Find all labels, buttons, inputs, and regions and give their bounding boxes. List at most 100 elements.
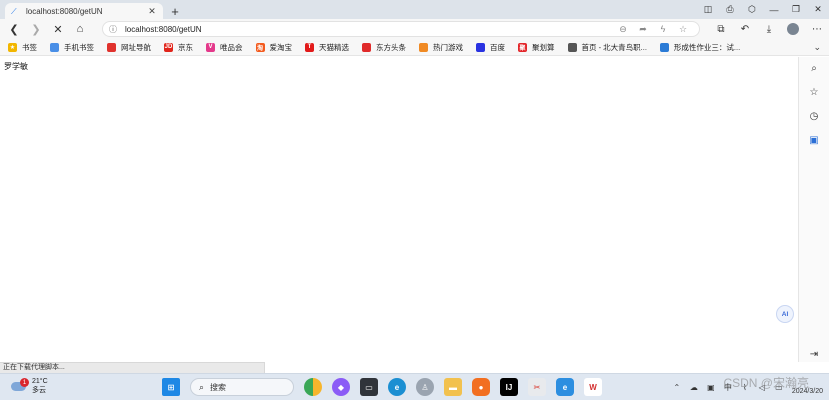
home-button[interactable]: ⌂ <box>69 19 91 39</box>
bookmark-favicon-icon <box>50 42 59 52</box>
widget-icon[interactable] <box>304 378 322 396</box>
sidebar-search-icon[interactable]: ⌕ <box>807 61 821 75</box>
weather-widget[interactable]: 1 21°C 多云 <box>10 377 48 395</box>
bookmark-label: 形成性作业三：试... <box>673 42 741 52</box>
app-icon[interactable]: ♙ <box>416 378 434 396</box>
tab-strip: ⟋ localhost:8080/getUN ✕ + ◫ ⎙ ⬡ — ❐ ✕ <box>0 0 829 19</box>
split-screen-icon[interactable]: ◫ <box>697 0 719 19</box>
lightning-icon[interactable]: ϟ <box>653 24 673 34</box>
bookmark-favicon-icon: JD <box>164 42 173 52</box>
url-text[interactable]: localhost:8080/getUN <box>125 25 613 34</box>
maximize-button[interactable]: ❐ <box>785 0 807 19</box>
window-controls: ◫ ⎙ ⬡ — ❐ ✕ <box>697 0 829 19</box>
bookmark-label: 京东 <box>178 42 193 52</box>
status-bar: 正在下载代理脚本... <box>0 362 265 373</box>
bookmark-label: 爱淘宝 <box>269 42 293 52</box>
bookmark-favicon-icon: ★ <box>8 42 17 52</box>
edge-browser-icon[interactable]: e <box>388 378 406 396</box>
cloud-sync-icon[interactable]: ☁ <box>687 383 701 392</box>
windows-start-icon[interactable]: ⊞ <box>162 378 180 396</box>
copilot-icon[interactable]: ◆ <box>332 378 350 396</box>
bookmark-label: 书签 <box>22 42 37 52</box>
new-tab-button[interactable]: + <box>167 3 183 19</box>
sidebar-history-icon[interactable]: ◷ <box>807 109 821 123</box>
bookmark-favicon-icon <box>362 42 371 52</box>
file-explorer-icon[interactable]: ▬ <box>444 378 462 396</box>
download-icon[interactable]: ⤓ <box>757 19 781 39</box>
taskbar: 1 21°C 多云 ⊞ ⌕ 搜索 ◆ ▭ e ♙ ▬ ● IJ ✂ e W ⌃ … <box>0 373 829 400</box>
toolbar-right: ⧉ ↶ ⤓ ⋯ <box>709 19 829 39</box>
stop-loading-button[interactable]: ✕ <box>47 19 69 39</box>
close-window-button[interactable]: ✕ <box>807 0 829 19</box>
jetbrains-icon[interactable]: IJ <box>500 378 518 396</box>
zoom-icon[interactable]: ⊖ <box>613 24 633 35</box>
sidebar-collapse-icon[interactable]: ⇥ <box>807 347 821 361</box>
tab-title: localhost:8080/getUN <box>26 6 103 16</box>
snipping-tool-icon[interactable]: ✂ <box>528 378 546 396</box>
back-button[interactable]: ❮ <box>3 19 25 39</box>
bookmark-favicon-icon: V <box>206 42 215 52</box>
page-content: 罗学敏 AI <box>0 57 798 362</box>
bookmark-item[interactable]: 首页 - 北大青鸟职... <box>567 42 647 53</box>
extensions-icon[interactable]: ⬡ <box>741 0 763 19</box>
bookmark-item[interactable]: 东方头条 <box>362 42 406 53</box>
more-menu-icon[interactable]: ⋯ <box>805 19 829 39</box>
bookmark-item[interactable]: 形成性作业三：试... <box>659 42 741 53</box>
bookmark-item[interactable]: T 天猫精选 <box>305 42 349 53</box>
weather-temperature: 21°C <box>32 378 48 385</box>
bookmarks-overflow-icon[interactable]: ⌄ <box>813 39 821 56</box>
bookmark-favicon-icon: 淘 <box>255 42 265 52</box>
forward-button[interactable]: ❯ <box>25 19 47 39</box>
sidebar-favorites-icon[interactable]: ☆ <box>807 85 821 99</box>
tray-app-icon[interactable]: ▣ <box>704 383 718 392</box>
bookmark-item[interactable]: 手机书签 <box>50 42 94 53</box>
bookmark-label: 聚划算 <box>532 42 555 52</box>
bookmark-favicon-icon: T <box>305 42 314 52</box>
tab-active[interactable]: ⟋ localhost:8080/getUN ✕ <box>5 3 163 19</box>
loading-page-icon: ⟋ <box>11 6 17 16</box>
bookmark-item[interactable]: 百度 <box>476 42 505 53</box>
search-label: 搜索 <box>210 382 227 392</box>
chevron-up-icon[interactable]: ⌃ <box>670 383 684 392</box>
bookmark-item[interactable]: ★ 书签 <box>8 42 37 53</box>
browser-sidebar: ⌕ ☆ ◷ ▣ ⇥ <box>798 57 829 362</box>
extensions-puzzle-icon[interactable]: ⧉ <box>709 19 733 39</box>
taskbar-search-box[interactable]: ⌕ 搜索 <box>190 378 294 396</box>
notification-badge: 1 <box>20 378 29 387</box>
address-bar[interactable]: ⓘ localhost:8080/getUN ⊖ ➦ ϟ ☆ <box>102 21 700 37</box>
bookmark-item[interactable]: 网址导航 <box>107 42 151 53</box>
bookmark-label: 天猫精选 <box>319 42 349 52</box>
share-icon[interactable]: ➦ <box>633 24 653 35</box>
bookmark-item[interactable]: V 唯品会 <box>206 42 243 53</box>
bookmark-label: 首页 - 北大青鸟职... <box>581 42 647 52</box>
ai-assistant-button[interactable]: AI <box>776 305 794 323</box>
app-orange-icon[interactable]: ● <box>472 378 490 396</box>
bookmark-label: 东方头条 <box>376 42 406 52</box>
tab-close-icon[interactable]: ✕ <box>147 6 157 17</box>
watermark: CSDN @宋瀚亮 <box>723 376 809 390</box>
site-info-icon[interactable]: ⓘ <box>109 24 119 35</box>
page-text: 罗学敏 <box>4 62 28 71</box>
favorite-star-icon[interactable]: ☆ <box>673 24 693 35</box>
navigation-toolbar: ❮ ❯ ✕ ⌂ ⓘ localhost:8080/getUN ⊖ ➦ ϟ ☆ ⧉… <box>0 19 829 39</box>
wps-office-icon[interactable]: W <box>584 378 602 396</box>
bookmark-favicon-icon: 聚 <box>518 42 527 52</box>
bookmark-label: 网址导航 <box>121 42 151 52</box>
undo-menu-icon[interactable]: ↶ <box>733 19 757 39</box>
bookmark-favicon-icon <box>419 42 428 52</box>
bookmark-item[interactable]: 热门游戏 <box>419 42 463 53</box>
bookmark-item[interactable]: 聚聚划算 <box>518 42 555 53</box>
sidebar-translate-icon[interactable]: ▣ <box>807 133 821 147</box>
avatar[interactable] <box>787 23 799 35</box>
bookmark-label: 唯品会 <box>220 42 243 52</box>
print-icon[interactable]: ⎙ <box>719 0 741 19</box>
bookmark-favicon-icon <box>476 42 485 52</box>
bookmarks-bar: ★ 书签 手机书签 网址导航 JD 京东 V 唯品会 淘爱淘宝 T 天猫精选 东方头条 热门游戏 百度 聚聚… <box>0 39 829 56</box>
task-view-icon[interactable]: ▭ <box>360 378 378 396</box>
cloud-icon: 1 <box>10 378 29 393</box>
bookmark-label: 热门游戏 <box>433 42 463 52</box>
minimize-button[interactable]: — <box>763 0 785 19</box>
edge-active-icon[interactable]: e <box>556 378 574 396</box>
bookmark-item[interactable]: 淘爱淘宝 <box>255 42 293 53</box>
bookmark-item[interactable]: JD 京东 <box>164 42 193 53</box>
